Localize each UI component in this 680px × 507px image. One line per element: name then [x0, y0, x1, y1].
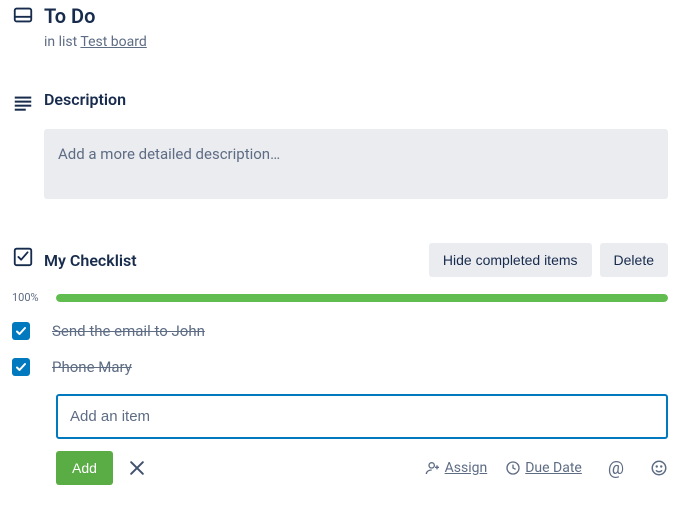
close-icon[interactable] — [127, 458, 147, 478]
progress-fill — [56, 294, 668, 302]
description-icon — [12, 90, 44, 114]
in-list-line: in list Test board — [44, 34, 668, 50]
clock-icon — [505, 460, 521, 476]
due-date-button[interactable]: Due Date — [505, 460, 582, 476]
checklist-item-text[interactable]: Phone Mary — [52, 358, 132, 376]
in-list-prefix: in list — [44, 34, 80, 50]
card-title[interactable]: To Do — [44, 2, 668, 30]
delete-checklist-button[interactable]: Delete — [600, 243, 668, 277]
checklist-item-text[interactable]: Send the email to John — [52, 322, 205, 340]
checklist-item[interactable]: Phone Mary — [12, 358, 668, 376]
checklist-item[interactable]: Send the email to John — [12, 322, 668, 340]
hide-completed-button[interactable]: Hide completed items — [429, 243, 592, 277]
list-name-link[interactable]: Test board — [80, 34, 146, 50]
description-heading: Description — [44, 90, 668, 109]
mention-icon[interactable]: @ — [608, 458, 624, 479]
checkbox-checked-icon[interactable] — [12, 322, 30, 340]
description-input[interactable]: Add a more detailed description… — [44, 129, 668, 199]
checklist-icon — [12, 243, 44, 267]
card-icon — [12, 2, 44, 26]
assign-icon — [425, 460, 441, 476]
assign-label: Assign — [445, 460, 488, 476]
assign-button[interactable]: Assign — [425, 460, 488, 476]
due-date-label: Due Date — [525, 460, 582, 476]
add-item-input[interactable] — [56, 394, 668, 439]
progress-bar — [56, 294, 668, 302]
add-button[interactable]: Add — [56, 451, 113, 485]
emoji-icon[interactable] — [650, 459, 668, 477]
checkbox-checked-icon[interactable] — [12, 358, 30, 376]
progress-percent: 100% — [12, 291, 56, 304]
checklist-title[interactable]: My Checklist — [44, 251, 137, 270]
